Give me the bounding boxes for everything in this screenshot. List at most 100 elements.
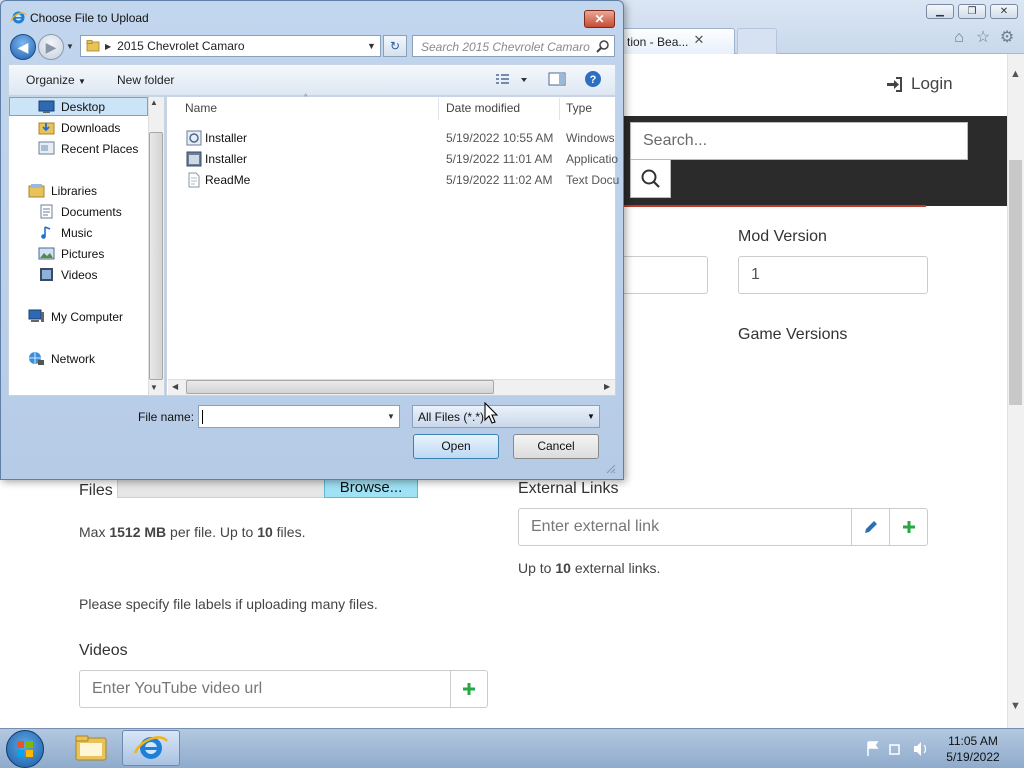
minimize-button[interactable]: ▁ xyxy=(926,4,954,19)
search-icon[interactable] xyxy=(596,39,610,53)
forward-button[interactable]: ▶ xyxy=(38,34,64,60)
home-icon[interactable]: ⌂ xyxy=(950,29,968,47)
edit-link-button[interactable] xyxy=(851,508,890,546)
plus-icon xyxy=(463,683,475,695)
tray-icons[interactable] xyxy=(866,740,930,758)
file-date: 5/19/2022 11:01 AM xyxy=(446,152,553,166)
file-row[interactable]: ReadMe 5/19/2022 11:02 AM Text Docu xyxy=(184,170,619,190)
mod-version-field[interactable]: 1 xyxy=(738,256,928,294)
file-type: Windows xyxy=(566,131,615,145)
add-link-button[interactable] xyxy=(889,508,928,546)
cancel-button[interactable]: Cancel xyxy=(513,434,599,459)
external-link-input[interactable]: Enter external link xyxy=(518,508,852,546)
browser-tab[interactable]: tion - Bea... xyxy=(610,28,735,54)
star-icon[interactable]: ☆ xyxy=(974,29,992,47)
taskbar-ie-button[interactable] xyxy=(122,730,180,766)
libraries-icon xyxy=(28,184,45,198)
column-separator xyxy=(559,98,560,120)
browse-button[interactable]: Browse... xyxy=(324,478,418,498)
pictures-icon xyxy=(38,247,55,260)
nav-scroll-down-icon[interactable]: ▼ xyxy=(150,383,158,392)
browser-tab-close-icon[interactable]: ✕ xyxy=(692,33,706,47)
video-url-input[interactable]: Enter YouTube video url xyxy=(79,670,451,708)
recent-pages-dropdown-icon[interactable]: ▼ xyxy=(66,42,74,51)
sidebar-item-network[interactable]: Network xyxy=(10,349,95,368)
file-name: Installer xyxy=(205,152,248,166)
file-row[interactable]: Installer 5/19/2022 10:55 AM Windows xyxy=(184,128,615,148)
file-date: 5/19/2022 11:02 AM xyxy=(446,173,553,187)
sidebar-item-pictures[interactable]: Pictures xyxy=(10,244,104,263)
nav-scroll-up-icon[interactable]: ▲ xyxy=(150,98,158,107)
sidebar-item-downloads[interactable]: Downloads xyxy=(10,118,120,137)
sidebar-item-desktop[interactable]: Desktop xyxy=(10,97,105,116)
ie-dialog-icon xyxy=(10,9,27,26)
column-separator xyxy=(438,98,439,120)
back-button[interactable]: ◀ xyxy=(10,34,36,60)
sidebar-item-libraries[interactable]: Libraries xyxy=(10,181,97,200)
taskbar-explorer-button[interactable] xyxy=(62,730,120,766)
login-label: Login xyxy=(911,74,953,93)
file-input-track[interactable] xyxy=(117,478,325,498)
navbar-accent xyxy=(620,205,926,207)
add-video-button[interactable] xyxy=(450,670,488,708)
text-cursor xyxy=(202,410,203,424)
restore-button[interactable]: ❐ xyxy=(958,4,986,19)
mouse-cursor-icon xyxy=(484,402,498,424)
system-clock[interactable]: 11:05 AM 5/19/2022 xyxy=(936,733,1010,765)
login-link[interactable]: Login xyxy=(886,74,953,94)
open-button[interactable]: Open xyxy=(413,434,499,459)
column-header-name[interactable]: Name xyxy=(185,101,217,115)
sidebar-item-documents[interactable]: Documents xyxy=(10,202,122,221)
sidebar-item-recent-places[interactable]: Recent Places xyxy=(10,139,138,158)
new-tab-button[interactable] xyxy=(737,28,777,54)
start-button[interactable] xyxy=(6,730,44,768)
address-bar[interactable]: ▶ 2015 Chevrolet Camaro xyxy=(80,35,381,57)
organize-menu[interactable]: Organize ▼ xyxy=(26,73,86,87)
folder-icon xyxy=(75,735,107,761)
sort-ascending-icon: ^ xyxy=(304,94,308,101)
preview-pane-icon[interactable] xyxy=(548,71,566,87)
hscroll-right-icon[interactable]: ▶ xyxy=(604,382,610,391)
clock-date: 5/19/2022 xyxy=(946,750,1000,764)
sidebar-item-music[interactable]: Music xyxy=(10,223,92,242)
breadcrumb-chevron-icon[interactable]: ▶ xyxy=(105,42,111,51)
folder-search-input[interactable]: Search 2015 Chevrolet Camaro xyxy=(412,35,615,57)
window-close-button[interactable]: ✕ xyxy=(990,4,1018,19)
gear-icon[interactable]: ⚙ xyxy=(998,29,1016,47)
address-dropdown-icon[interactable]: ▼ xyxy=(363,36,380,56)
refresh-button[interactable]: ↻ xyxy=(383,35,407,57)
hscroll-left-icon[interactable]: ◀ xyxy=(172,382,178,391)
file-type: Text Docu xyxy=(566,173,620,187)
help-icon[interactable]: ? xyxy=(584,70,602,88)
text-document-icon xyxy=(188,172,200,188)
file-name-input[interactable]: ▼ xyxy=(198,405,400,428)
page-scrollbar-thumb[interactable] xyxy=(1009,160,1022,405)
site-search-button[interactable] xyxy=(630,160,671,198)
scroll-down-arrow[interactable]: ▼ xyxy=(1008,698,1023,714)
file-row[interactable]: Installer 5/19/2022 11:01 AM Applicatio xyxy=(184,149,618,169)
plus-icon xyxy=(902,521,915,533)
videos-label: Videos xyxy=(79,642,128,659)
navigation-scrollbar-thumb[interactable] xyxy=(149,132,163,380)
file-list-hscrollbar-thumb[interactable] xyxy=(186,380,494,394)
column-header-date[interactable]: Date modified xyxy=(446,101,520,115)
desktop-icon xyxy=(38,100,55,113)
dialog-title: Choose File to Upload xyxy=(30,11,149,25)
file-type-select[interactable]: All Files (*.*) ▼ xyxy=(412,405,600,428)
resize-grip-icon[interactable] xyxy=(604,462,616,474)
address-path[interactable]: 2015 Chevrolet Camaro xyxy=(117,39,244,53)
column-header-type[interactable]: Type xyxy=(566,101,592,115)
file-name-dropdown-icon[interactable]: ▼ xyxy=(387,412,395,421)
new-folder-button[interactable]: New folder xyxy=(117,73,174,87)
files-limit-hint: Max 1512 MB per file. Up to 10 files. xyxy=(79,524,306,540)
sidebar-item-videos[interactable]: Videos xyxy=(10,265,97,284)
browser-tab-label: tion - Bea... xyxy=(627,35,689,49)
view-options-icon[interactable] xyxy=(494,72,530,88)
site-search-input[interactable]: Search... xyxy=(630,122,968,160)
external-links-label: External Links xyxy=(518,480,619,497)
dialog-close-button[interactable]: ✕ xyxy=(584,10,615,28)
videos-icon xyxy=(40,268,53,281)
application-icon xyxy=(186,151,202,167)
sidebar-item-my-computer[interactable]: My Computer xyxy=(10,307,123,326)
scroll-up-arrow[interactable]: ▲ xyxy=(1008,66,1023,82)
